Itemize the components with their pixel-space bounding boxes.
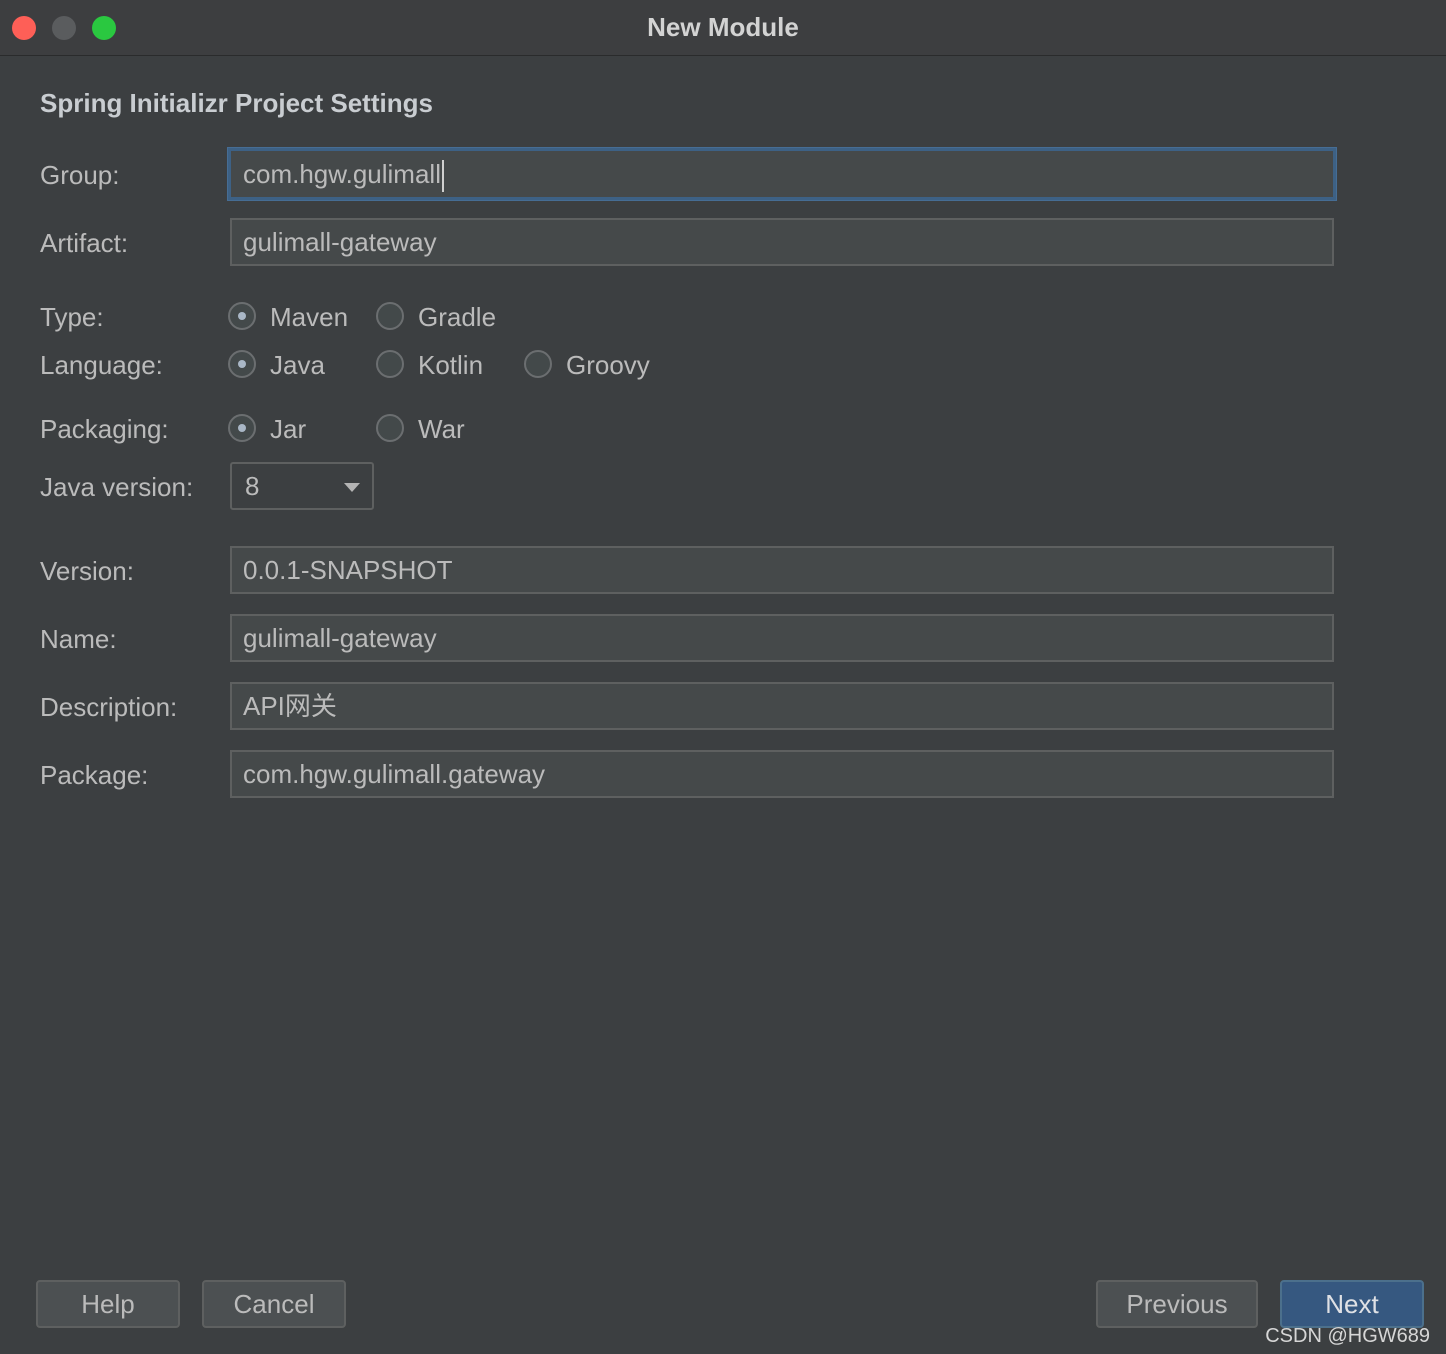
name-input[interactable]: gulimall-gateway bbox=[230, 614, 1334, 662]
cancel-button[interactable]: Cancel bbox=[202, 1280, 346, 1328]
window-title: New Module bbox=[647, 12, 799, 42]
help-button[interactable]: Help bbox=[36, 1280, 180, 1328]
name-label: Name: bbox=[40, 624, 117, 654]
java-version-select[interactable]: 8 bbox=[230, 462, 374, 510]
section-title: Spring Initializr Project Settings bbox=[40, 88, 433, 118]
artifact-label: Artifact: bbox=[40, 228, 129, 258]
java-version-label: Java version: bbox=[40, 472, 194, 502]
group-label: Group: bbox=[40, 160, 120, 190]
chevron-down-icon bbox=[344, 483, 360, 492]
text-caret bbox=[441, 160, 444, 193]
packaging-war-label: War bbox=[418, 414, 465, 444]
type-maven-label: Maven bbox=[270, 302, 349, 332]
artifact-value: gulimall-gateway bbox=[243, 227, 437, 257]
version-label: Version: bbox=[40, 556, 134, 586]
description-value: API网关 bbox=[243, 691, 337, 721]
version-value: 0.0.1-SNAPSHOT bbox=[243, 555, 453, 585]
package-value: com.hgw.gulimall.gateway bbox=[243, 759, 546, 789]
type-gradle-label: Gradle bbox=[418, 302, 497, 332]
packaging-jar-label: Jar bbox=[270, 414, 307, 444]
language-java-label: Java bbox=[270, 350, 325, 380]
description-input[interactable]: API网关 bbox=[230, 682, 1334, 730]
group-input[interactable]: com.hgw.gulimall bbox=[228, 148, 1336, 200]
package-input[interactable]: com.hgw.gulimall.gateway bbox=[230, 750, 1334, 798]
name-value: gulimall-gateway bbox=[243, 623, 437, 653]
artifact-input[interactable]: gulimall-gateway bbox=[230, 218, 1334, 266]
language-groovy-label: Groovy bbox=[566, 350, 650, 380]
radio-selected-icon bbox=[228, 414, 256, 442]
description-label: Description: bbox=[40, 692, 178, 722]
new-module-dialog: New Module Spring Initializr Project Set… bbox=[0, 0, 1446, 1354]
radio-unselected-icon bbox=[376, 414, 404, 442]
version-input[interactable]: 0.0.1-SNAPSHOT bbox=[230, 546, 1334, 594]
radio-selected-icon bbox=[228, 302, 256, 330]
packaging-label: Packaging: bbox=[40, 414, 169, 444]
radio-unselected-icon bbox=[524, 350, 552, 378]
next-button[interactable]: Next bbox=[1280, 1280, 1424, 1328]
watermark: CSDN @HGW689 bbox=[1265, 1325, 1430, 1347]
group-value: com.hgw.gulimall bbox=[243, 159, 441, 189]
package-label: Package: bbox=[40, 760, 149, 790]
radio-unselected-icon bbox=[376, 302, 404, 330]
language-label: Language: bbox=[40, 350, 163, 380]
java-version-value: 8 bbox=[245, 471, 260, 501]
previous-button[interactable]: Previous bbox=[1096, 1280, 1258, 1328]
radio-selected-icon bbox=[228, 350, 256, 378]
radio-unselected-icon bbox=[376, 350, 404, 378]
type-label: Type: bbox=[40, 302, 104, 332]
title-bar: New Module bbox=[0, 0, 1446, 56]
language-kotlin-label: Kotlin bbox=[418, 350, 484, 380]
